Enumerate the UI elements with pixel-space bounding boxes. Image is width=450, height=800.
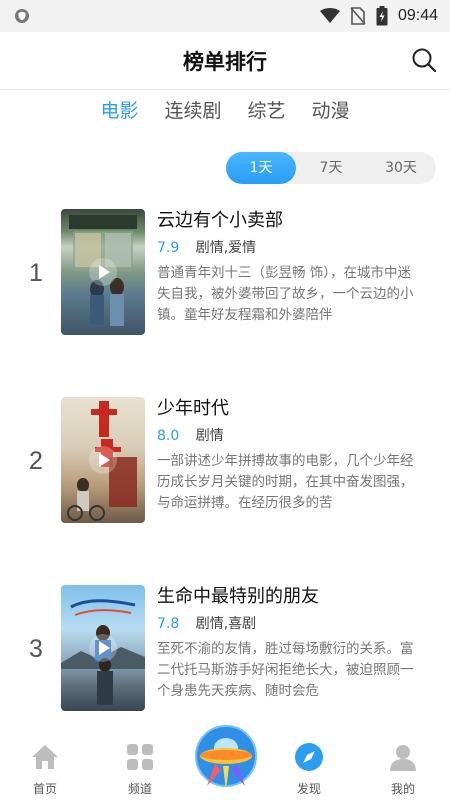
status-bar: 09:44	[0, 0, 450, 32]
play-icon[interactable]	[89, 634, 117, 662]
nav-mine[interactable]: 我的	[358, 740, 448, 800]
tab-variety[interactable]: 综艺	[235, 96, 299, 126]
no-sim-icon	[350, 7, 366, 25]
play-icon[interactable]	[89, 258, 117, 286]
battery-icon	[376, 6, 388, 26]
movie-score: 8.0	[157, 428, 180, 444]
tab-anime[interactable]: 动漫	[299, 96, 363, 126]
rank-number: 3	[29, 635, 43, 663]
ufo-icon[interactable]	[193, 722, 259, 794]
movie-title: 云边有个小卖部	[157, 210, 283, 231]
tab-series[interactable]: 连续剧	[151, 96, 234, 126]
ranking-item[interactable]: 2 少年时代 8.0 剧情 一部讲述少年拼搏故事的电影，几个少年经历成长岁月关键…	[0, 397, 450, 523]
movie-info: 少年时代 8.0 剧情 一部讲述少年拼搏故事的电影，几个少年经历成长岁月关键的时…	[157, 397, 419, 514]
movie-description: 一部讲述少年拼搏故事的电影，几个少年经历成长岁月关键的时期，在其中奋发图强，与命…	[157, 453, 414, 511]
nav-mine-label: 我的	[390, 782, 415, 796]
home-icon	[32, 745, 58, 769]
compass-icon	[295, 743, 323, 771]
play-icon[interactable]	[89, 446, 117, 474]
rank-number: 1	[29, 259, 43, 287]
movie-title: 少年时代	[157, 398, 229, 419]
movie-info: 云边有个小卖部 7.9 剧情,爱情 普通青年刘十三（彭昱畅 饰），在城市中迷失自…	[157, 209, 419, 326]
shield-icon	[15, 9, 29, 23]
category-tabs: 电影 连续剧 综艺 动漫	[0, 96, 450, 126]
nav-home-label: 首页	[32, 782, 57, 796]
period-30days[interactable]: 30天	[366, 152, 436, 184]
movie-genre: 剧情	[195, 428, 224, 444]
period-1day[interactable]: 1天	[226, 152, 296, 184]
movie-title: 生命中最特别的朋友	[157, 586, 319, 607]
movie-poster[interactable]	[61, 209, 145, 335]
movie-meta: 8.0 剧情	[157, 426, 419, 448]
nav-discover-label: 发现	[296, 782, 321, 796]
search-icon[interactable]	[410, 46, 438, 74]
movie-poster[interactable]	[61, 585, 145, 711]
rank-number: 2	[29, 447, 43, 475]
nav-discover[interactable]: 发现	[264, 740, 354, 800]
nav-channel-label: 频道	[127, 782, 152, 796]
movie-description: 普通青年刘十三（彭昱畅 饰），在城市中迷失自我，被外婆带回了故乡，一个云边的小镇…	[157, 265, 414, 323]
period-7days[interactable]: 7天	[296, 152, 366, 184]
grid-icon	[127, 744, 153, 770]
tab-movie[interactable]: 电影	[87, 96, 151, 126]
movie-info: 生命中最特别的朋友 7.8 剧情,喜剧 至死不渝的友情，胜过每场敷衍的关系。富二…	[157, 585, 419, 702]
movie-genre: 剧情,喜剧	[195, 616, 257, 632]
movie-description: 至死不渝的友情，胜过每场敷衍的关系。富二代托马斯游手好闲拒绝长大，被迫照顾一个身…	[157, 641, 414, 699]
page-title: 榜单排行	[183, 50, 267, 74]
movie-meta: 7.8 剧情,喜剧	[157, 614, 419, 636]
movie-genre: 剧情,爱情	[195, 240, 257, 256]
nav-home[interactable]: 首页	[0, 740, 90, 800]
ranking-item[interactable]: 1 云边有个小卖部 7.9 剧情,爱情 普通青年刘十三（彭昱畅 饰），在城市中迷…	[0, 209, 450, 335]
movie-poster[interactable]	[61, 397, 145, 523]
status-time: 09:44	[397, 7, 438, 24]
movie-score: 7.9	[157, 240, 180, 256]
movie-score: 7.8	[157, 616, 180, 632]
period-switch: 1天 7天 30天	[226, 152, 436, 184]
user-icon	[390, 745, 416, 771]
nav-channel[interactable]: 频道	[95, 740, 185, 800]
ranking-item[interactable]: 3 生命中最特别的朋友 7.8 剧情,喜剧 至死不渝的友情，胜过每场敷衍的关系。…	[0, 585, 450, 711]
header: 榜单排行	[0, 32, 450, 90]
movie-meta: 7.9 剧情,爱情	[157, 238, 419, 260]
wifi-icon	[319, 8, 340, 23]
